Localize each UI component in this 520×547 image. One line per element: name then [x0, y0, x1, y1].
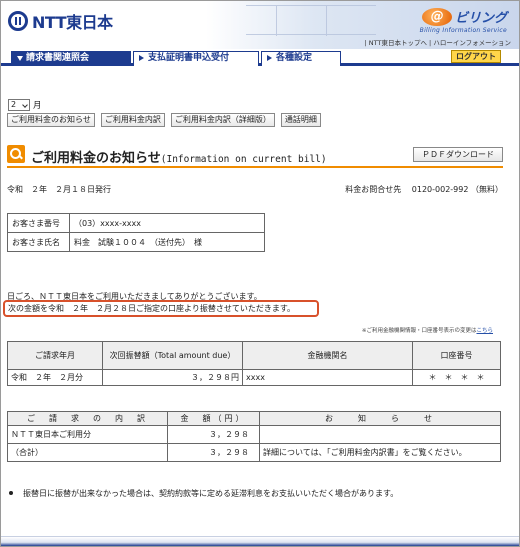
breakdown-item-cell: ＮＴＴ東日本ご利用分	[7, 425, 168, 444]
notice-cell: 詳細については、「ご利用料金内訳書」をご覧ください。	[259, 443, 501, 462]
billing-at-icon: @	[422, 7, 453, 26]
table-row: （合計） ３，２９８ 詳細については、「ご利用料金内訳書」をご覧ください。	[7, 443, 501, 462]
footer-bar	[1, 536, 519, 546]
page-title-text: ご利用料金のお知らせ	[31, 151, 161, 166]
bill-breakdown-button[interactable]: ご利用料金内訳	[100, 113, 165, 127]
account-change-note-text: ※ご利用金融機関情報・口座番号表示の変更は	[361, 328, 477, 334]
ntt-logo[interactable]: NTT東日本	[8, 9, 113, 33]
billing-month-cell: 令和 ２年 ２月分	[7, 369, 103, 386]
chevron-down-icon	[17, 56, 23, 61]
main-nav: 請求書関連照会 支払証明書申込受付 各種設定 ログアウト	[1, 49, 519, 66]
page-title: ご利用料金のお知らせ(Information on current bill)	[31, 147, 327, 166]
column-header: 口座番号	[412, 341, 501, 370]
chevron-right-icon	[139, 55, 144, 61]
month-selector-row: 2 月	[8, 99, 42, 111]
site-header: NTT東日本 @ ビリング Billing Information Servic…	[1, 1, 519, 49]
page-title-english: (Information on current bill)	[160, 154, 327, 165]
header-decoration: @ ビリング Billing Information Service | NTT…	[206, 1, 519, 49]
customer-number-value: （03）xxxx-xxxx	[69, 213, 265, 233]
month-value: 2	[11, 100, 17, 109]
notice-cell	[259, 425, 501, 444]
breakdown-item-cell: （合計）	[7, 443, 168, 462]
customer-number-label: お客さま番号	[7, 213, 70, 233]
tab-label: 支払証明書申込受付	[148, 53, 230, 63]
tab-settings[interactable]: 各種設定	[261, 51, 341, 66]
top-links[interactable]: | NTT東日本トップへ | ハローインフォメーション	[365, 37, 511, 47]
account-change-note: ※ご利用金融機関情報・口座番号表示の変更はこちら	[362, 326, 493, 334]
payment-table: ご請求年月 次回振替額（Total amount due） 金融機関名 口座番号…	[7, 341, 501, 386]
table-row: お客さま氏名 料金 試験１００４ （送付先） 様	[7, 232, 265, 252]
browser-frame: NTT東日本 @ ビリング Billing Information Servic…	[0, 0, 520, 547]
breakdown-table: ご 請 求 の 内 訳 金 額（円） お 知 ら せ ＮＴＴ東日本ご利用分 ３，…	[7, 411, 501, 462]
account-number-cell: ＊ ＊ ＊ ＊	[412, 369, 501, 386]
month-select[interactable]: 2	[8, 99, 30, 111]
search-icon	[7, 145, 25, 163]
tab-label: 請求書関連照会	[26, 53, 90, 63]
table-header-row: ご請求年月 次回振替額（Total amount due） 金融機関名 口座番号	[7, 341, 501, 370]
ntt-logo-icon	[8, 11, 28, 31]
chevron-right-icon	[267, 55, 272, 61]
view-buttons: ご利用料金のお知らせ ご利用料金内訳 ご利用料金内訳（詳細版） 通話明細	[7, 113, 321, 127]
footnote: 振替日に振替が出来なかった場合は、契約約款等に定める延滞利息をお支払いいただく場…	[9, 488, 398, 499]
footnote-text: 振替日に振替が出来なかった場合は、契約約款等に定める延滞利息をお支払いいただく場…	[23, 489, 399, 498]
issue-date: 令和 ２年 ２月１８日発行	[7, 185, 111, 194]
chevron-down-icon	[22, 102, 28, 108]
column-header: 金融機関名	[242, 341, 413, 370]
table-header-row: ご 請 求 の 内 訳 金 額（円） お 知 ら せ	[7, 411, 501, 426]
column-header: 次回振替額（Total amount due）	[102, 341, 243, 370]
customer-table: お客さま番号 （03）xxxx-xxxx お客さま氏名 料金 試験１００４ （送…	[7, 213, 265, 252]
column-header: ご 請 求 の 内 訳	[7, 411, 168, 426]
table-row: ＮＴＴ東日本ご利用分 ３，２９８	[7, 425, 501, 444]
table-row: 令和 ２年 ２月分 ３，２９８円 xxxx ＊ ＊ ＊ ＊	[7, 369, 501, 386]
column-header: お 知 ら せ	[259, 411, 501, 426]
bill-breakdown-detail-button[interactable]: ご利用料金内訳（詳細版）	[170, 113, 275, 127]
payment-notice: 次の金額を令和 ２年 ２月２８日ご指定の口座より振替させていただきます。	[3, 300, 319, 317]
tab-payment-certificate[interactable]: 支払証明書申込受付	[133, 51, 259, 66]
tab-label: 各種設定	[276, 53, 313, 63]
pdf-download-button[interactable]: ＰＤＦダウンロード	[413, 147, 503, 162]
month-suffix: 月	[33, 101, 42, 111]
decoration-graphic	[246, 5, 376, 36]
ntt-logo-text: NTT東日本	[32, 13, 113, 32]
page-title-row: ご利用料金のお知らせ(Information on current bill) …	[7, 145, 503, 166]
billing-subtitle: Billing Information Service	[419, 27, 507, 34]
table-row: お客さま番号 （03）xxxx-xxxx	[7, 213, 265, 233]
column-header: ご請求年月	[7, 341, 103, 370]
billing-logo: @ ビリング Billing Information Service	[395, 7, 507, 34]
billing-name: ビリング	[454, 11, 507, 26]
tab-billing-inquiry[interactable]: 請求書関連照会	[11, 51, 131, 66]
customer-name-label: お客さま氏名	[7, 232, 70, 252]
breakdown-amount-cell: ３，２９８	[167, 443, 260, 462]
contact-info: 料金お問合せ先 0120-002-992 （無料）	[345, 185, 503, 194]
account-change-link[interactable]: こちら	[476, 328, 493, 334]
title-divider	[7, 166, 503, 168]
bank-name-cell: xxxx	[242, 369, 413, 386]
column-header: 金 額（円）	[167, 411, 260, 426]
breakdown-amount-cell: ３，２９８	[167, 425, 260, 444]
call-details-button[interactable]: 通話明細	[280, 113, 321, 127]
bullet-icon	[9, 491, 13, 495]
customer-name-value: 料金 試験１００４ （送付先） 様	[69, 232, 265, 252]
logout-button[interactable]: ログアウト	[451, 50, 501, 63]
bill-notice-button[interactable]: ご利用料金のお知らせ	[7, 113, 95, 127]
amount-cell: ３，２９８円	[102, 369, 243, 386]
